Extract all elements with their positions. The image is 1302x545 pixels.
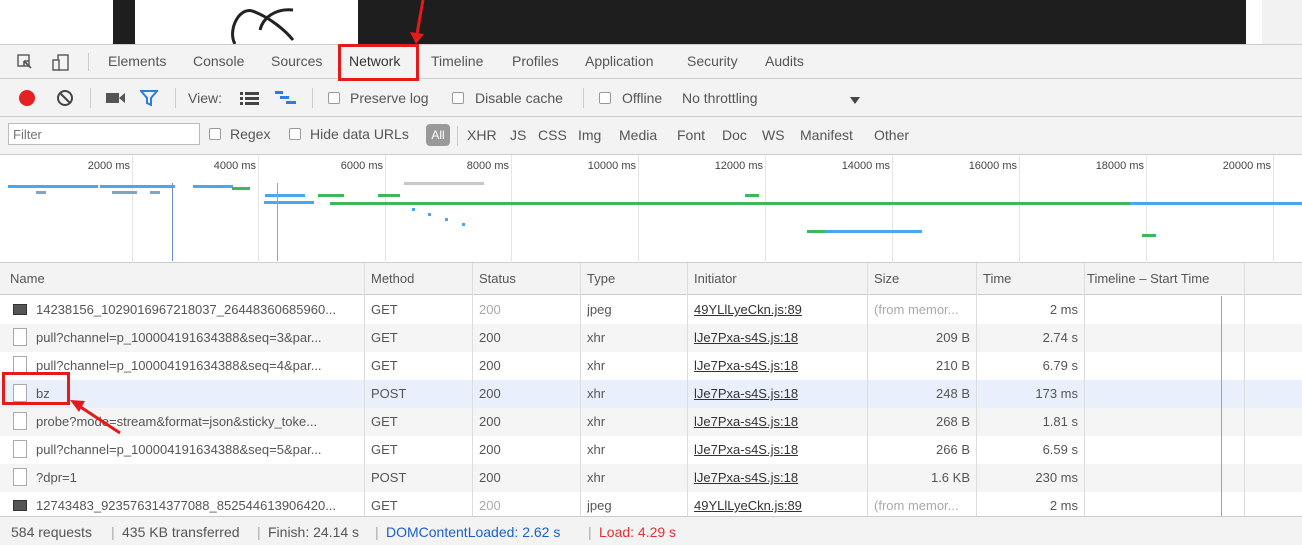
annotation-arrows	[70, 0, 425, 435]
